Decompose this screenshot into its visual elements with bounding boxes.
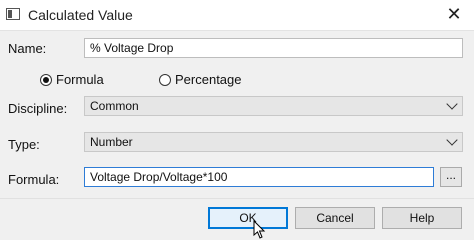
name-input[interactable]: % Voltage Drop — [84, 38, 463, 58]
radio-formula[interactable]: Formula — [40, 71, 104, 87]
discipline-label: Discipline: — [8, 101, 68, 116]
discipline-dropdown[interactable]: Common — [84, 96, 463, 116]
ok-button[interactable]: OK — [208, 207, 288, 229]
type-label: Type: — [8, 137, 40, 152]
close-icon[interactable]: ✕ — [444, 4, 464, 24]
chevron-down-icon — [446, 98, 458, 110]
window-title: Calculated Value — [28, 7, 133, 23]
chevron-down-icon — [446, 134, 458, 146]
name-label: Name: — [8, 41, 47, 56]
radio-formula-icon[interactable] — [40, 73, 52, 86]
radio-percentage[interactable]: Percentage — [159, 71, 242, 87]
radio-percentage-label: Percentage — [175, 72, 242, 88]
radio-formula-label: Formula — [56, 72, 104, 88]
type-dropdown[interactable]: Number — [84, 132, 463, 152]
cancel-button[interactable]: Cancel — [295, 207, 375, 229]
radio-percentage-icon[interactable] — [159, 73, 171, 86]
button-separator — [0, 198, 474, 199]
formula-input[interactable]: Voltage Drop/Voltage*100 — [84, 167, 434, 187]
help-button[interactable]: Help — [382, 207, 462, 229]
formula-label: Formula: — [8, 172, 60, 187]
discipline-value: Common — [90, 99, 139, 113]
type-value: Number — [90, 135, 133, 149]
title-bar: Calculated Value ✕ — [0, 0, 474, 31]
mouse-pointer-icon — [253, 220, 266, 239]
dialog-window-icon — [6, 8, 20, 20]
browse-button[interactable]: ... — [440, 167, 462, 187]
